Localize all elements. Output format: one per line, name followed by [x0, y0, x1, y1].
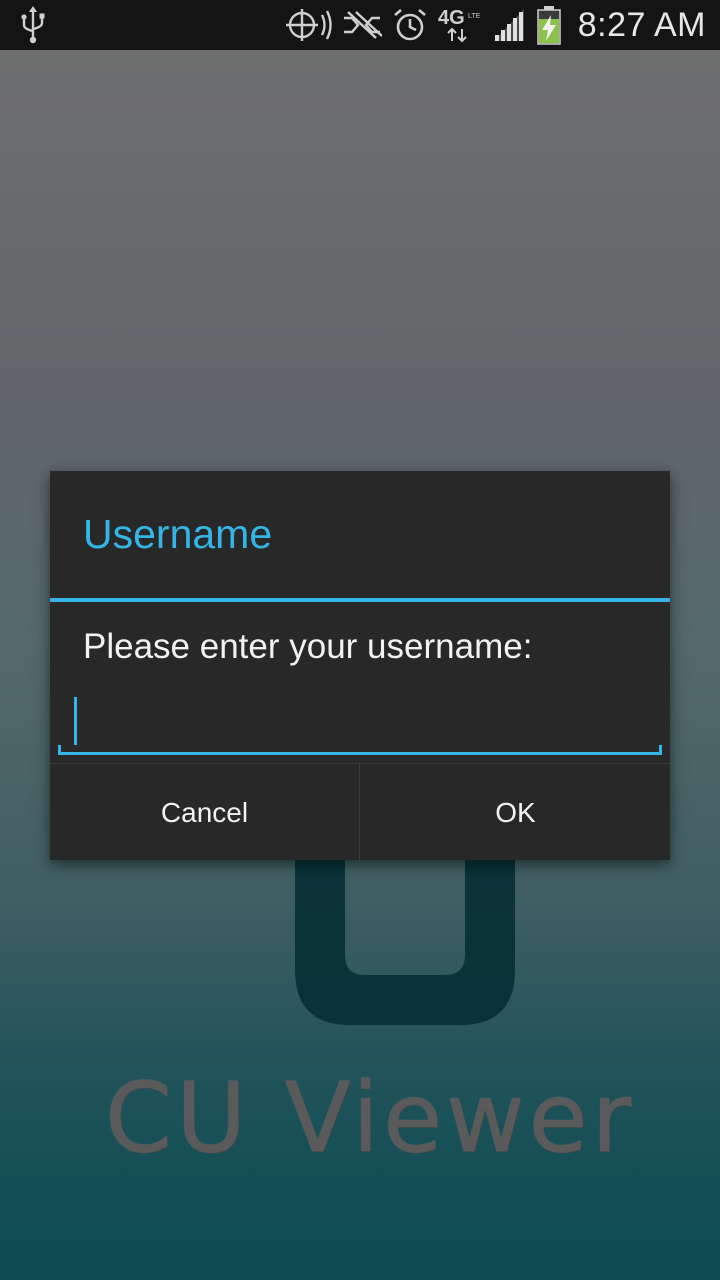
- network-4g-lte-icon: 4G LTE: [438, 7, 481, 43]
- signal-icon: [493, 9, 524, 41]
- gps-icon: [285, 9, 332, 41]
- username-field[interactable]: [58, 693, 662, 755]
- status-bar: 4G LTE 8:27 AM: [0, 0, 720, 50]
- input-underline: [58, 752, 662, 755]
- alarm-icon: [393, 9, 426, 41]
- cancel-button[interactable]: Cancel: [50, 764, 359, 861]
- battery-charging-icon: [537, 6, 561, 45]
- text-caret: [74, 697, 77, 745]
- input-underline-left-tick: [58, 745, 61, 755]
- app-name: CU Viewer: [104, 1062, 636, 1174]
- svg-text:4G: 4G: [438, 7, 465, 29]
- username-dialog: Username Please enter your username: Can…: [50, 471, 670, 861]
- status-clock: 8:27 AM: [577, 5, 706, 44]
- svg-text:LTE: LTE: [468, 13, 481, 20]
- dialog-button-bar: Cancel OK: [50, 763, 670, 861]
- ok-button[interactable]: OK: [361, 764, 670, 861]
- button-divider: [359, 764, 360, 861]
- dialog-title: Username: [83, 511, 273, 557]
- dialog-message: Please enter your username:: [83, 627, 533, 666]
- wifi-off-icon: [343, 11, 382, 39]
- input-underline-right-tick: [659, 745, 662, 755]
- title-divider: [50, 598, 670, 602]
- username-input[interactable]: [58, 693, 662, 751]
- usb-icon: [21, 6, 45, 44]
